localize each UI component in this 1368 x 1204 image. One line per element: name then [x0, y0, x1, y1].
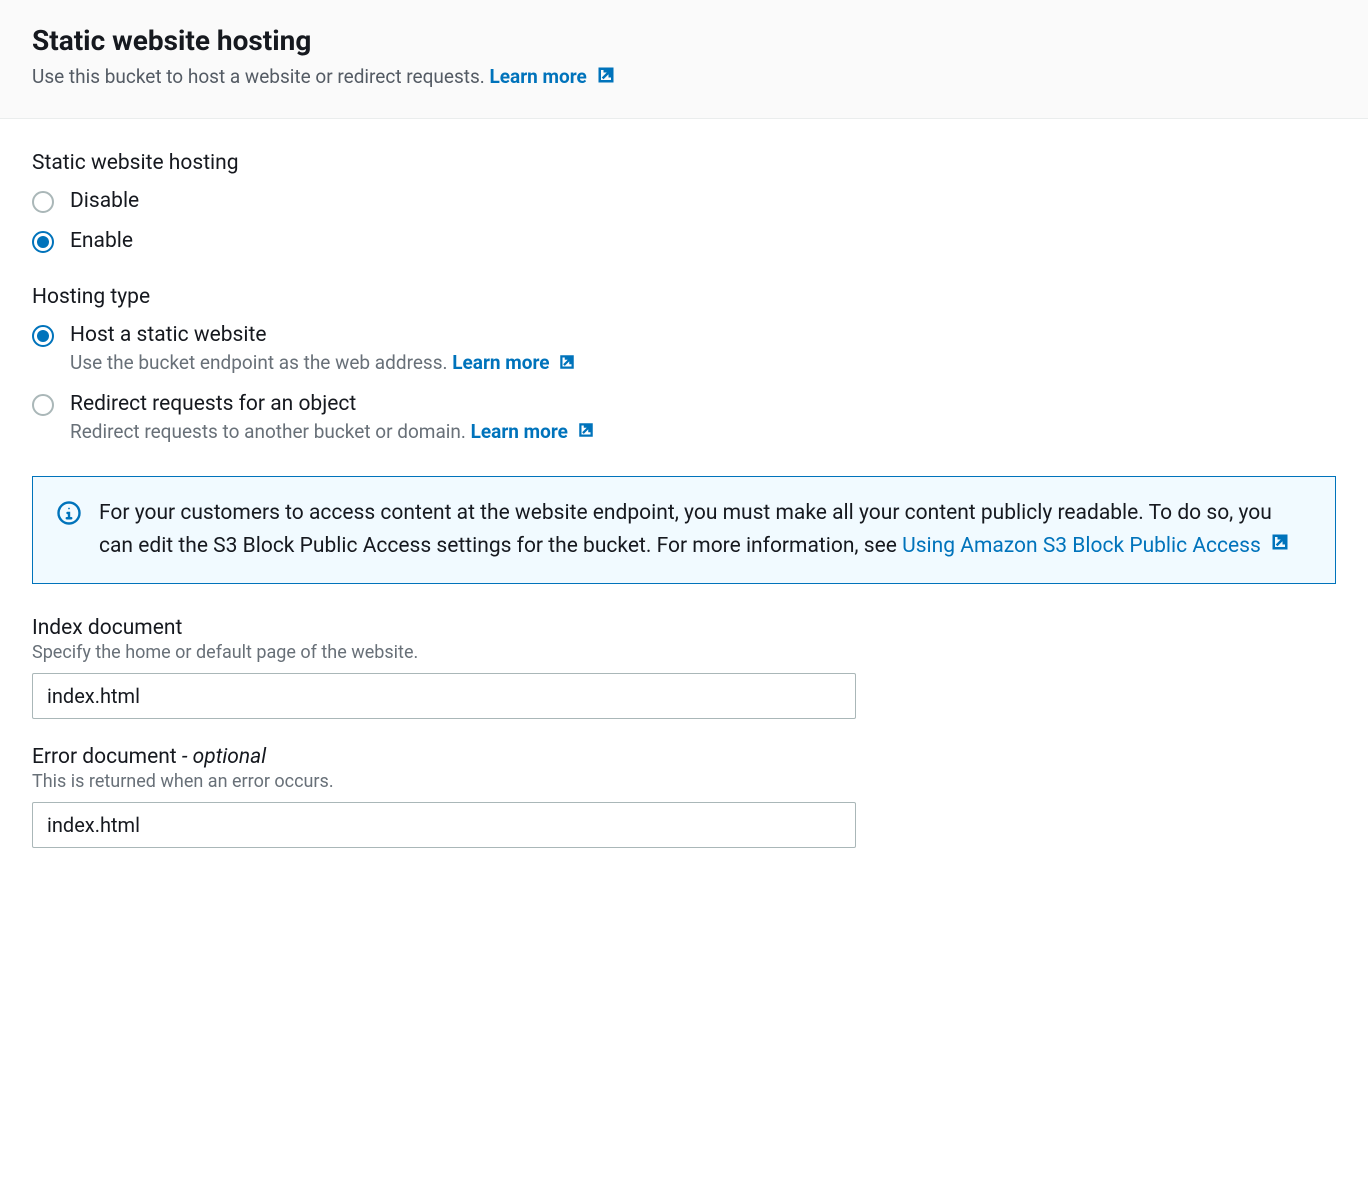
- external-link-icon: [577, 421, 595, 444]
- content-area: Static website hosting Disable Enable Ho…: [0, 119, 1368, 905]
- host-static-desc: Use the bucket endpoint as the web addre…: [70, 351, 448, 374]
- page-description-text: Use this bucket to host a website or red…: [32, 65, 485, 88]
- hosting-toggle-group: Static website hosting Disable Enable: [32, 151, 1336, 253]
- error-document-hint: This is returned when an error occurs.: [32, 771, 1336, 792]
- redirect-learn-more-text: Learn more: [471, 420, 568, 443]
- external-link-icon: [596, 65, 616, 90]
- error-document-label-prefix: Error document: [32, 745, 177, 769]
- index-document-input[interactable]: [32, 673, 856, 719]
- info-box-link-text: Using Amazon S3 Block Public Access: [902, 534, 1261, 558]
- page-title: Static website hosting: [32, 24, 1336, 57]
- radio-option-disable[interactable]: Disable: [32, 189, 1336, 213]
- index-document-hint: Specify the home or default page of the …: [32, 642, 1336, 663]
- host-static-learn-more-text: Learn more: [452, 351, 549, 374]
- radio-sublabel-redirect: Redirect requests to another bucket or d…: [70, 420, 595, 444]
- radio-label-redirect: Redirect requests for an object: [70, 392, 595, 416]
- header-learn-more-link[interactable]: Learn more: [490, 65, 616, 88]
- index-document-section: Index document Specify the home or defau…: [32, 616, 1336, 719]
- hosting-type-group: Hosting type Host a static website Use t…: [32, 285, 1336, 444]
- redirect-desc: Redirect requests to another bucket or d…: [70, 420, 466, 443]
- radio-label-disable: Disable: [70, 189, 139, 213]
- error-document-label: Error document - optional: [32, 745, 1336, 769]
- hosting-type-label: Hosting type: [32, 285, 1336, 309]
- error-document-input[interactable]: [32, 802, 856, 848]
- radio-sublabel-host-static: Use the bucket endpoint as the web addre…: [70, 351, 576, 375]
- info-icon: [57, 501, 81, 529]
- host-static-learn-more-link[interactable]: Learn more: [452, 351, 576, 374]
- radio-circle-disable: [32, 191, 54, 213]
- info-box: For your customers to access content at …: [32, 476, 1336, 583]
- external-link-icon: [1270, 530, 1290, 563]
- external-link-icon: [558, 353, 576, 376]
- radio-label-host-static: Host a static website: [70, 323, 576, 347]
- redirect-learn-more-link[interactable]: Learn more: [471, 420, 595, 443]
- page-description: Use this bucket to host a website or red…: [32, 65, 1336, 90]
- page-header: Static website hosting Use this bucket t…: [0, 0, 1368, 119]
- error-document-label-optional: - optional: [177, 745, 267, 769]
- index-document-label: Index document: [32, 616, 1336, 640]
- radio-option-redirect[interactable]: Redirect requests for an object Redirect…: [32, 392, 1336, 444]
- radio-circle-enable: [32, 231, 54, 253]
- info-box-link[interactable]: Using Amazon S3 Block Public Access: [902, 534, 1290, 558]
- info-text: For your customers to access content at …: [99, 497, 1311, 562]
- hosting-toggle-label: Static website hosting: [32, 151, 1336, 175]
- radio-option-enable[interactable]: Enable: [32, 229, 1336, 253]
- radio-label-enable: Enable: [70, 229, 133, 253]
- radio-circle-redirect: [32, 394, 54, 416]
- radio-circle-host-static: [32, 325, 54, 347]
- error-document-section: Error document - optional This is return…: [32, 745, 1336, 848]
- header-learn-more-text: Learn more: [490, 65, 587, 88]
- radio-option-host-static[interactable]: Host a static website Use the bucket end…: [32, 323, 1336, 375]
